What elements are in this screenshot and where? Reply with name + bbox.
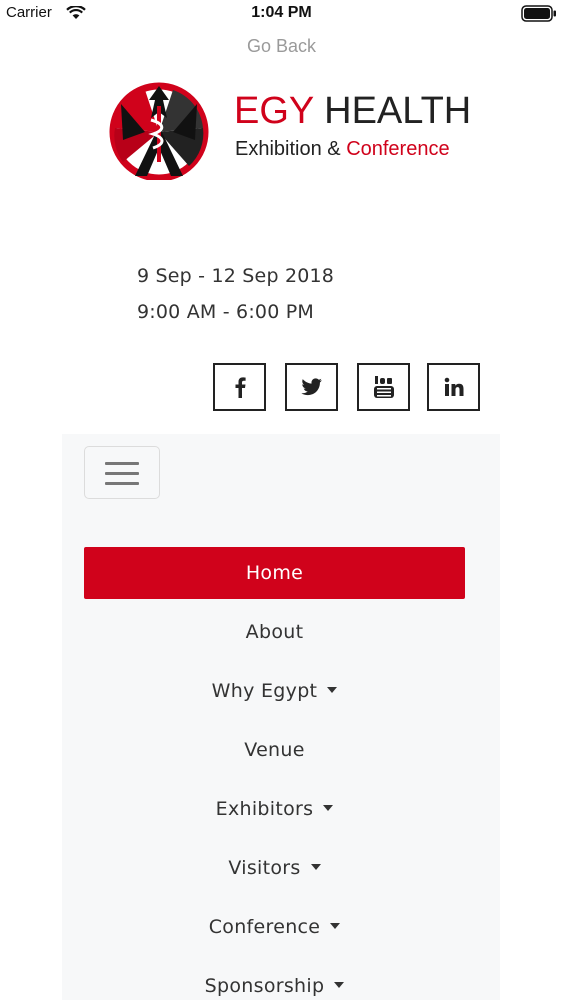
caret-down-icon bbox=[334, 981, 345, 988]
facebook-button[interactable] bbox=[213, 363, 266, 411]
hamburger-icon bbox=[105, 472, 139, 475]
twitter-icon bbox=[300, 378, 322, 396]
brand-health-text: HEALTH bbox=[324, 90, 472, 132]
brand-exhibition-text: Exhibition & bbox=[235, 138, 341, 160]
menu-item-label: Home bbox=[245, 562, 304, 584]
facebook-icon bbox=[235, 377, 246, 398]
menu-item-venue[interactable]: Venue bbox=[84, 720, 465, 779]
menu-item-label: Venue bbox=[244, 738, 305, 761]
caret-down-icon bbox=[323, 804, 334, 811]
brand-egy-text: EGY bbox=[234, 90, 314, 132]
status-bar: Carrier 1:04 PM bbox=[0, 0, 563, 28]
menu-item-exhibitors[interactable]: Exhibitors bbox=[84, 779, 465, 838]
go-back-link[interactable]: Go Back bbox=[0, 36, 563, 57]
menu-item-label: Exhibitors bbox=[215, 797, 314, 820]
twitter-button[interactable] bbox=[285, 363, 338, 411]
menu-item-sponsorship[interactable]: Sponsorship bbox=[84, 956, 465, 1000]
menu-item-visitors[interactable]: Visitors bbox=[84, 838, 465, 897]
brand-logo: EGY HEALTH Exhibition & Conference bbox=[105, 82, 471, 182]
hamburger-icon bbox=[105, 482, 139, 485]
menu-item-home[interactable]: Home bbox=[84, 547, 465, 599]
brand-title: EGY HEALTH bbox=[234, 92, 471, 130]
event-hours: 9:00 AM - 6:00 PM bbox=[137, 301, 314, 323]
menu-item-why-egypt[interactable]: Why Egypt bbox=[84, 661, 465, 720]
menu-item-conference[interactable]: Conference bbox=[84, 897, 465, 956]
menu-toggle-button[interactable] bbox=[84, 446, 160, 499]
menu-item-label: Conference bbox=[208, 915, 321, 938]
caret-down-icon bbox=[330, 922, 341, 929]
linkedin-icon bbox=[444, 377, 463, 396]
youtube-button[interactable] bbox=[357, 363, 410, 411]
battery-icon bbox=[521, 5, 556, 22]
status-time: 1:04 PM bbox=[251, 4, 312, 21]
menu-item-label: About bbox=[245, 620, 304, 643]
nav-panel: Home About Why Egypt Venue Exhibitors Vi… bbox=[62, 434, 500, 1000]
caret-down-icon bbox=[327, 686, 338, 693]
eagle-emblem-icon bbox=[109, 82, 209, 180]
menu-item-label: Why Egypt bbox=[211, 679, 318, 702]
linkedin-button[interactable] bbox=[427, 363, 480, 411]
menu-item-label: Sponsorship bbox=[204, 974, 325, 997]
social-links bbox=[213, 363, 481, 412]
brand-subtitle: Exhibition & Conference bbox=[235, 139, 450, 159]
hamburger-icon bbox=[105, 462, 139, 465]
brand-conference-text: Conference bbox=[346, 138, 450, 160]
event-dates: 9 Sep - 12 Sep 2018 bbox=[137, 265, 335, 287]
menu-item-label: Visitors bbox=[228, 856, 301, 879]
main-menu: Home About Why Egypt Venue Exhibitors Vi… bbox=[84, 547, 465, 1000]
event-info: 9 Sep - 12 Sep 2018 9:00 AM - 6:00 PM bbox=[137, 258, 334, 330]
youtube-icon bbox=[373, 376, 394, 398]
caret-down-icon bbox=[310, 863, 321, 870]
menu-item-about[interactable]: About bbox=[84, 602, 465, 661]
